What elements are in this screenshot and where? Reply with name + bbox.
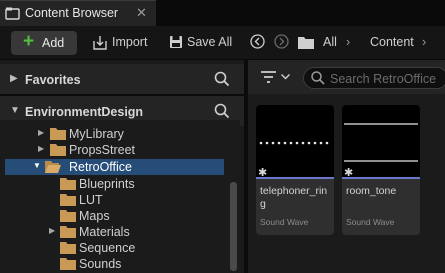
filter-bar: Search RetroOffice	[248, 60, 445, 94]
add-button-label: Add	[42, 36, 65, 50]
toolbar: + Add Import Save All All › Content ›	[0, 26, 445, 60]
tree-item-blueprints[interactable]: Blueprints	[0, 176, 240, 192]
tree-item-label: PropsStreet	[69, 143, 136, 157]
folder-icon	[60, 226, 76, 238]
tree-item-lut[interactable]: LUT	[0, 192, 240, 208]
waveform: ✱	[258, 141, 329, 179]
add-button[interactable]: + Add	[11, 31, 77, 55]
svg-text:✱: ✱	[258, 166, 267, 177]
import-icon[interactable]	[92, 35, 108, 51]
asset-type: Sound Wave	[346, 217, 395, 227]
close-icon[interactable]: ✕	[136, 5, 147, 21]
import-button[interactable]: Import	[112, 35, 147, 49]
tree-item-retrooffice[interactable]: ▼ RetroOffice	[5, 159, 224, 175]
folder-icon	[60, 194, 76, 206]
asset-name: room_tone	[346, 185, 397, 197]
asset-type-color-bar	[256, 177, 334, 179]
save-all-icon[interactable]	[169, 35, 183, 49]
filter-icon[interactable]	[261, 71, 276, 83]
favorites-label: Favorites	[25, 73, 81, 87]
tree-item-materials[interactable]: ▶ Materials	[0, 224, 240, 240]
tab-strip: Content Browser ✕	[0, 0, 445, 26]
tree-item-label: Materials	[79, 225, 130, 239]
scrollbar-thumb[interactable]	[230, 182, 237, 271]
tree-item-sounds[interactable]: Sounds	[0, 256, 240, 272]
expander-icon[interactable]: ▶	[38, 144, 44, 153]
project-label: EnvironmentDesign	[25, 105, 144, 119]
waveform-thumbnail: ✱	[256, 105, 334, 179]
waveform-thumbnail: ✱	[342, 105, 420, 179]
tree-item-label: Sequence	[79, 241, 136, 255]
tree-item-label: RetroOffice	[69, 160, 132, 174]
tree-item-label: LUT	[79, 193, 103, 207]
breadcrumb-content[interactable]: Content	[370, 35, 414, 49]
tree-item-sequence[interactable]: Sequence	[0, 240, 240, 256]
tree-item-label: Blueprints	[79, 177, 135, 191]
forward-arrow-icon[interactable]	[274, 34, 289, 49]
asset-type: Sound Wave	[260, 217, 309, 227]
search-icon	[311, 71, 325, 85]
tree-item-propsstreet[interactable]: ▶ PropsStreet	[0, 142, 240, 158]
chevron-right-icon: ›	[422, 35, 427, 49]
folder-icon	[60, 258, 76, 270]
folder-icon	[60, 210, 76, 222]
plus-icon: +	[23, 31, 35, 52]
content-browser-icon	[5, 7, 20, 20]
tree-item-maps[interactable]: Maps	[0, 208, 240, 224]
tab-content-browser[interactable]: Content Browser ✕	[0, 0, 156, 26]
expander-icon[interactable]: ▶	[38, 128, 44, 137]
favorites-header[interactable]: ▶ Favorites	[0, 64, 244, 94]
asset-tile-telephoner-ring[interactable]: ✱ telephoner_ring Sound Wave	[256, 105, 334, 235]
folder-icon	[50, 144, 66, 156]
folder-icon	[60, 178, 76, 190]
tree-item-label: Maps	[79, 209, 110, 223]
asset-name: telephoner_ring	[260, 185, 328, 210]
search-placeholder: Search RetroOffice	[330, 72, 437, 86]
folder-icon	[60, 242, 76, 254]
asset-type-color-bar	[342, 177, 420, 179]
search-icon[interactable]	[214, 103, 230, 119]
folder-tree: ▶ MyLibrary ▶ PropsStreet ▼ RetroOffice …	[0, 120, 240, 273]
save-all-button[interactable]: Save All	[187, 35, 232, 49]
waveform: ✱	[344, 123, 418, 179]
expander-icon[interactable]: ▼	[33, 161, 41, 170]
tree-item-label: MyLibrary	[69, 127, 124, 141]
tree-item-label: Sounds	[79, 257, 122, 271]
asset-tile-room-tone[interactable]: ✱ room_tone Sound Wave	[342, 105, 420, 235]
folder-icon	[50, 128, 66, 140]
folder-icon	[298, 37, 314, 49]
search-input[interactable]: Search RetroOffice	[303, 67, 445, 89]
chevron-right-icon[interactable]: ▶	[10, 73, 18, 84]
svg-text:✱: ✱	[344, 166, 353, 177]
breadcrumb-all[interactable]: All	[323, 35, 337, 49]
back-arrow-icon[interactable]	[250, 34, 265, 49]
search-icon[interactable]	[214, 71, 230, 87]
chevron-right-icon: ›	[346, 35, 351, 49]
chevron-down-icon[interactable]	[281, 74, 290, 80]
tab-title: Content Browser	[25, 6, 119, 20]
open-folder-icon	[45, 161, 61, 173]
chevron-down-icon[interactable]: ▼	[10, 105, 20, 116]
tree-item-mylibrary[interactable]: ▶ MyLibrary	[0, 126, 240, 142]
expander-icon[interactable]: ▶	[49, 226, 55, 235]
